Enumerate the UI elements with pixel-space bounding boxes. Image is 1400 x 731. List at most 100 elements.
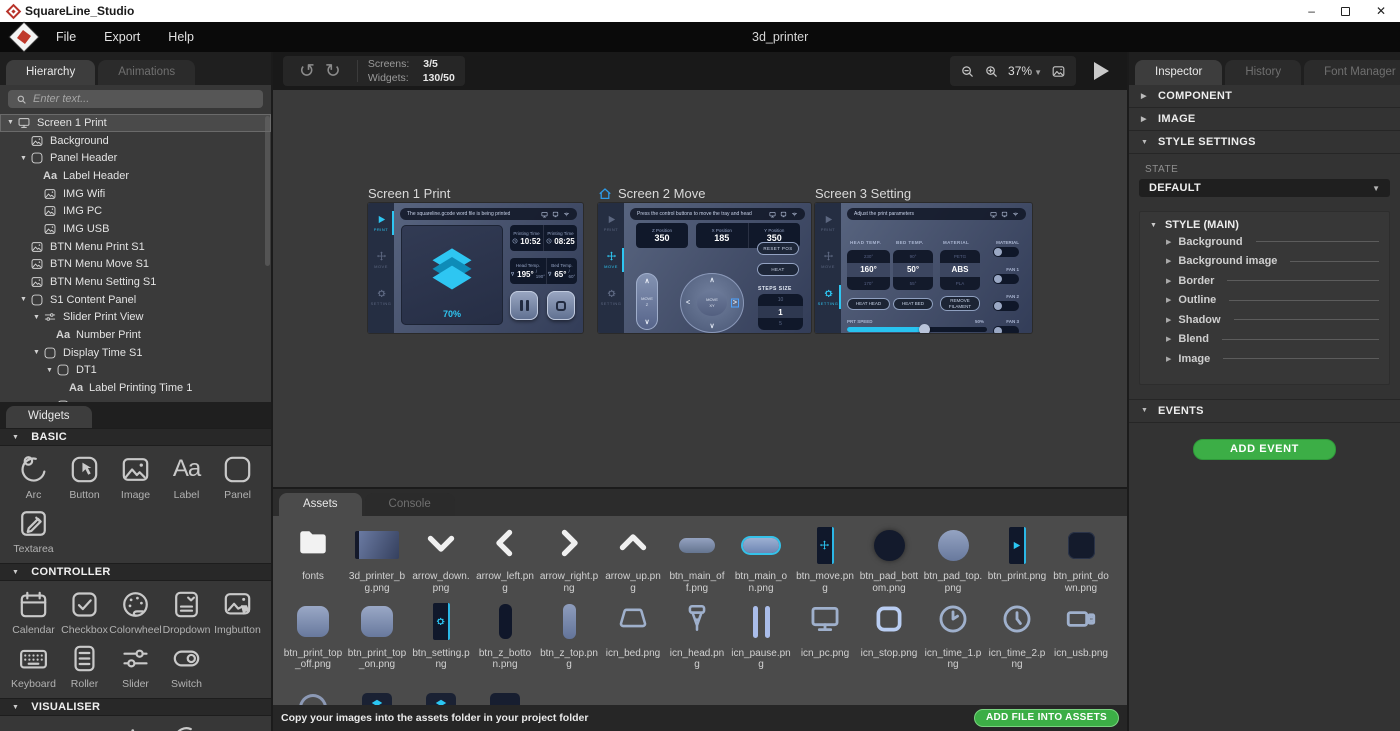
widget-keyboard[interactable]: Keyboard <box>8 640 59 690</box>
expand-arrow-icon[interactable]: ▼ <box>5 119 16 126</box>
asset-3d_printer_bg.png[interactable]: 3d_printer_bg.png <box>345 522 409 595</box>
pause-button[interactable] <box>510 291 538 320</box>
expand-arrow-icon[interactable]: ▼ <box>31 314 42 321</box>
asset-btn_pad_top.png[interactable]: btn_pad_top.png <box>921 522 985 595</box>
widget-panel[interactable]: Panel <box>212 451 263 501</box>
asset-icn_time_1.png[interactable]: icn_time_1.png <box>921 599 985 672</box>
tree-item-dt1[interactable]: ▼ DT1 <box>0 362 271 380</box>
widget-arc[interactable]: Arc <box>8 451 59 501</box>
print-preview-panel[interactable]: 70% <box>401 225 503 325</box>
redo-button[interactable]: ↻ <box>325 62 341 81</box>
menu-export[interactable]: Export <box>90 24 154 50</box>
asset-icn_pause.png[interactable]: icn_pause.png <box>729 599 793 672</box>
reset-pos-button[interactable]: RESET POS <box>757 242 799 255</box>
asset-partial[interactable] <box>345 675 409 705</box>
widget-roller[interactable]: Roller <box>59 640 110 690</box>
section-image[interactable]: ▶IMAGE <box>1129 108 1400 131</box>
widget-textarea[interactable]: Textarea <box>8 505 59 555</box>
tree-item-screen-1-print[interactable]: ▼ Screen 1 Print <box>0 114 271 132</box>
nav-print[interactable]: PRINT <box>815 211 841 235</box>
screen-title-3[interactable]: Screen 3 Setting <box>815 186 911 201</box>
switch-fan-1[interactable]: FAN 1 <box>993 267 1019 284</box>
zoom-in-icon[interactable] <box>984 64 999 79</box>
nav-setting[interactable]: SETTING <box>368 285 394 309</box>
asset-icn_time_2.png[interactable]: icn_time_2.png <box>985 599 1049 672</box>
tree-item-img-pc[interactable]: IMG PC <box>0 202 271 220</box>
screen-1-canvas[interactable]: The squareline.gcode word file is being … <box>368 203 583 333</box>
zoom-level-dropdown[interactable]: 37%▼ <box>1008 62 1042 80</box>
asset-btn_z_top.png[interactable]: btn_z_top.png <box>537 599 601 672</box>
asset-btn_main_on.png[interactable]: btn_main_on.png <box>729 522 793 595</box>
heat-head-button[interactable]: HEAT HEAD <box>847 298 890 310</box>
minimize-button[interactable]: – <box>1308 5 1315 17</box>
hierarchy-search[interactable] <box>8 90 263 108</box>
screen-2-canvas[interactable]: Press the control buttons to move the tr… <box>598 203 811 333</box>
nav-move[interactable]: MOVE <box>815 248 841 272</box>
printing-time-box[interactable]: Printing Time10:52Printing Time08:25 <box>510 225 577 251</box>
expand-arrow-icon[interactable]: ▼ <box>44 367 55 374</box>
tab-console[interactable]: Console <box>365 493 455 516</box>
widget-dropdown[interactable]: Dropdown <box>161 586 212 636</box>
widget-switch[interactable]: Switch <box>161 640 212 690</box>
style-item-shadow[interactable]: ▶Shadow <box>1150 311 1379 329</box>
widget-image[interactable]: Image <box>110 451 161 501</box>
widget-section-visualiser[interactable]: ▼VISUALISER <box>0 698 271 716</box>
asset-btn_pad_bottom.png[interactable]: btn_pad_bottom.png <box>857 522 921 595</box>
temperature-box[interactable]: Head Temp.195°/ 190°Bed Temp.65°/ 60° <box>510 258 577 284</box>
asset-arrow_left.png[interactable]: arrow_left.png <box>473 522 537 595</box>
widget-section-basic[interactable]: ▼BASIC <box>0 428 271 446</box>
add-file-into-assets-button[interactable]: ADD FILE INTO ASSETS <box>974 709 1119 727</box>
section-style-settings[interactable]: ▼STYLE SETTINGS <box>1129 131 1400 154</box>
style-item-border[interactable]: ▶Border <box>1150 272 1379 290</box>
asset-arrow_up.png[interactable]: arrow_up.png <box>601 522 665 595</box>
screen-statusbar[interactable]: Adjust the print parameters <box>847 208 1026 220</box>
tree-item-btn-menu-setting-s1[interactable]: BTN Menu Setting S1 <box>0 273 271 291</box>
asset-partial[interactable] <box>473 675 537 705</box>
roller-bed-temp-[interactable]: 90°50°55° <box>893 250 933 290</box>
tree-item-panel-header[interactable]: ▼ Panel Header <box>0 149 271 167</box>
tree-item-s1-content-panel[interactable]: ▼ S1 Content Panel <box>0 291 271 309</box>
asset-icn_head.png[interactable]: icn_head.png <box>665 599 729 672</box>
widget-button[interactable]: Button <box>59 451 110 501</box>
style-item-image[interactable]: ▶Image <box>1150 350 1379 368</box>
style-main-header[interactable]: ▼STYLE (MAIN) <box>1150 219 1379 231</box>
tree-item-img-usb[interactable]: IMG USB <box>0 220 271 238</box>
close-button[interactable]: ✕ <box>1376 5 1386 17</box>
tab-assets[interactable]: Assets <box>279 493 362 516</box>
asset-arrow_right.png[interactable]: arrow_right.png <box>537 522 601 595</box>
heat-button[interactable]: HEAT <box>757 263 799 276</box>
screen-title-2[interactable]: < path/>Screen 2 Move <box>598 186 705 201</box>
screen-statusbar[interactable]: The squareline.gcode word file is being … <box>400 208 577 220</box>
state-dropdown[interactable]: DEFAULT ▼ <box>1139 179 1390 197</box>
section-events[interactable]: ▼EVENTS <box>1129 399 1400 423</box>
menu-help[interactable]: Help <box>154 24 208 50</box>
asset-icn_pc.png[interactable]: icn_pc.png <box>793 599 857 672</box>
nav-print[interactable]: PRINT <box>368 211 394 235</box>
section-component[interactable]: ▶COMPONENT <box>1129 85 1400 108</box>
asset-btn_main_off.png[interactable]: btn_main_off.png <box>665 522 729 595</box>
switch-material[interactable]: MATERIAL <box>993 240 1019 257</box>
heat-bed-button[interactable]: HEAT BED <box>893 298 933 310</box>
asset-btn_move.png[interactable]: btn_move.png <box>793 522 857 595</box>
tree-item-display-time-s1[interactable]: ▼ Display Time S1 <box>0 344 271 362</box>
nav-move[interactable]: MOVE <box>368 248 394 272</box>
asset-btn_z_botton.png[interactable]: btn_z_botton.png <box>473 599 537 672</box>
expand-arrow-icon[interactable]: ▼ <box>18 296 29 303</box>
widget-colorwheel[interactable]: Colorwheel <box>110 586 161 636</box>
tab-widgets[interactable]: Widgets <box>6 406 92 428</box>
switch-fan-3[interactable]: FAN 3 <box>993 319 1019 333</box>
tree-item-btn-menu-print-s1[interactable]: BTN Menu Print S1 <box>0 238 271 256</box>
expand-arrow-icon[interactable]: ▼ <box>31 349 42 356</box>
asset-icn_stop.png[interactable]: icn_stop.png <box>857 599 921 672</box>
screen-title-1[interactable]: Screen 1 Print <box>368 186 450 201</box>
screen-statusbar[interactable]: Press the control buttons to move the tr… <box>630 208 805 220</box>
move-z-control[interactable]: ∧MOVEZ∨ <box>636 273 658 330</box>
asset-btn_print_down.png[interactable]: btn_print_down.png <box>1049 522 1113 595</box>
z-position-box[interactable]: Z Position350 <box>636 223 688 248</box>
asset-partial[interactable] <box>409 675 473 705</box>
nav-move[interactable]: MOVE <box>598 248 624 272</box>
tab-inspector[interactable]: Inspector <box>1135 60 1222 85</box>
fit-image-icon[interactable] <box>1051 64 1066 79</box>
asset-partial[interactable] <box>281 675 345 705</box>
asset-icn_usb.png[interactable]: icn_usb.png <box>1049 599 1113 672</box>
